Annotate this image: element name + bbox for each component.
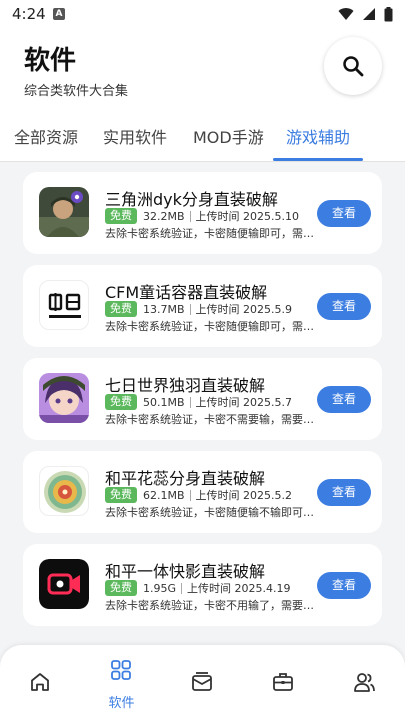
- toolbox-icon: [273, 673, 293, 691]
- item-size: 62.1MB: [143, 488, 185, 502]
- item-size: 13.7MB: [143, 302, 185, 316]
- nav-software-label: 软件: [108, 696, 135, 711]
- list-item[interactable]: 七日世界独羽直装破解 免费 50.1MB 上传时间 2025.5.7 去除卡密系…: [23, 358, 382, 440]
- view-button[interactable]: 查看: [317, 572, 371, 599]
- nav-toolbox[interactable]: [243, 645, 324, 720]
- search-icon: [343, 56, 364, 77]
- header-area: 4:24 A 软件 综合类软件大合集 全部资源 实用软件 MOD手游 游戏辅助: [0, 0, 405, 162]
- item-meta: 免费 13.7MB 上传时间 2025.5.9: [105, 301, 292, 317]
- active-tab-indicator: [273, 158, 363, 161]
- free-badge: 免费: [105, 301, 137, 317]
- item-description: 去除卡密系统验证，卡密随便输即可，需要多开软件: [105, 227, 319, 240]
- nav-users[interactable]: [324, 645, 405, 720]
- home-icon: [31, 673, 49, 691]
- free-badge: 免费: [105, 580, 137, 596]
- list-item[interactable]: CFM童话容器直装破解 免费 13.7MB 上传时间 2025.5.9 去除卡密…: [23, 265, 382, 347]
- status-time: 4:24: [12, 5, 46, 23]
- list-item[interactable]: 三角洲dyk分身直装破解 免费 32.2MB 上传时间 2025.5.10 去除…: [23, 172, 382, 254]
- item-description: 去除卡密系统验证，卡密随便输不输即可，需要多开: [105, 506, 319, 519]
- soldier-game-icon: [39, 187, 89, 237]
- view-button[interactable]: 查看: [317, 386, 371, 413]
- anime-girl-icon: [39, 373, 89, 423]
- bottom-nav: 软件: [0, 645, 405, 720]
- item-meta: 免费 32.2MB 上传时间 2025.5.10: [105, 208, 299, 224]
- meta-divider: [189, 396, 191, 408]
- item-meta: 免费 50.1MB 上传时间 2025.5.7: [105, 394, 292, 410]
- notification-icon: A: [53, 8, 65, 20]
- status-bar: 4:24 A: [0, 0, 405, 28]
- item-title: 和平花蕊分身直装破解: [105, 469, 266, 488]
- view-button[interactable]: 查看: [317, 479, 371, 506]
- page-title: 软件: [24, 46, 77, 76]
- meta-divider: [189, 489, 191, 501]
- item-title: 七日世界独羽直装破解: [105, 376, 266, 395]
- fairytale-logo-icon: [39, 280, 89, 330]
- signal-icon: [363, 8, 375, 20]
- tab-all-resources[interactable]: 全部资源: [14, 124, 78, 148]
- item-description: 去除卡密系统验证，卡密不用输了，需要多开软件: [105, 599, 319, 612]
- tab-mod-games[interactable]: MOD手游: [193, 124, 264, 148]
- meta-divider: [189, 210, 191, 222]
- item-size: 50.1MB: [143, 395, 185, 409]
- item-size: 32.2MB: [143, 209, 185, 223]
- item-size: 1.95G: [143, 581, 177, 595]
- item-title: 三角洲dyk分身直装破解: [105, 190, 278, 209]
- meta-divider: [189, 303, 191, 315]
- item-upload-time: 上传时间 2025.5.10: [195, 210, 300, 223]
- nav-home[interactable]: [0, 645, 81, 720]
- wifi-icon: [338, 8, 354, 20]
- search-button[interactable]: [324, 37, 382, 95]
- item-description: 去除卡密系统验证，卡密不需要输，需要多开软件: [105, 413, 319, 426]
- item-meta: 免费 62.1MB 上传时间 2025.5.2: [105, 487, 292, 503]
- view-button[interactable]: 查看: [317, 293, 371, 320]
- free-badge: 免费: [105, 394, 137, 410]
- meta-divider: [181, 582, 183, 594]
- users-icon: [354, 673, 375, 692]
- list-item[interactable]: 和平花蕊分身直装破解 免费 62.1MB 上传时间 2025.5.2 去除卡密系…: [23, 451, 382, 533]
- tab-utility-software[interactable]: 实用软件: [103, 124, 167, 148]
- free-badge: 免费: [105, 208, 137, 224]
- item-upload-time: 上传时间 2025.5.9: [195, 303, 293, 316]
- view-button[interactable]: 查看: [317, 200, 371, 227]
- nav-messages[interactable]: [162, 645, 243, 720]
- nav-software[interactable]: 软件: [81, 645, 162, 720]
- apps-grid-icon: [111, 660, 131, 680]
- category-tabs: 全部资源 实用软件 MOD手游 游戏辅助: [0, 118, 405, 162]
- battery-icon: [384, 6, 393, 21]
- tab-game-assist[interactable]: 游戏辅助: [286, 124, 350, 148]
- item-title: CFM童话容器直装破解: [105, 283, 268, 302]
- item-upload-time: 上传时间 2025.4.19: [187, 582, 291, 595]
- item-meta: 免费 1.95G 上传时间 2025.4.19: [105, 580, 291, 596]
- page-subtitle: 综合类软件大合集: [24, 84, 129, 99]
- item-title: 和平一体快影直装破解: [105, 562, 266, 581]
- item-upload-time: 上传时间 2025.5.2: [195, 489, 293, 502]
- inbox-icon: [192, 672, 212, 691]
- video-camera-icon: [39, 559, 89, 609]
- item-description: 去除卡密系统验证，卡密随便输即可，需要多开软件: [105, 320, 319, 333]
- free-badge: 免费: [105, 487, 137, 503]
- flower-emblem-icon: [39, 466, 89, 516]
- list-item[interactable]: 和平一体快影直装破解 免费 1.95G 上传时间 2025.4.19 去除卡密系…: [23, 544, 382, 626]
- item-upload-time: 上传时间 2025.5.7: [195, 396, 293, 409]
- status-icons: [338, 6, 393, 22]
